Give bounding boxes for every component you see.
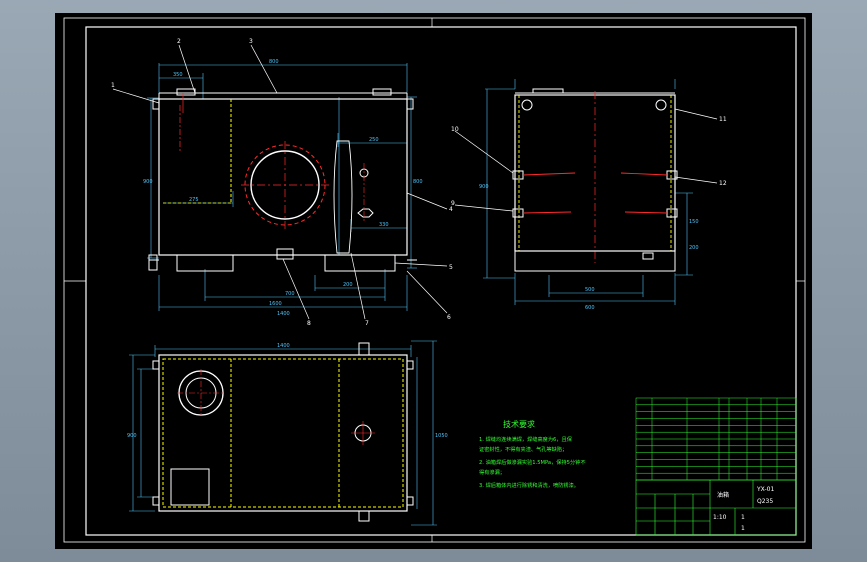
- balloon-10: 10: [451, 126, 459, 133]
- balloon-8: 8: [307, 320, 311, 327]
- dim-top-3: 1050: [435, 433, 448, 439]
- dim-side-5: 200: [689, 245, 699, 251]
- dim-front-7: 330: [379, 222, 389, 228]
- technical-notes: 技术要求 1. 焊缝均连续满焊，焊缝高度为6，且保 证密封性，不得有夹渣、气孔等…: [479, 419, 586, 489]
- material: Q235: [757, 498, 773, 505]
- note-line-1: 1. 焊缝均连续满焊，焊缝高度为6，且保: [479, 435, 573, 443]
- drawing-number: YX-01: [756, 486, 774, 493]
- dim-side-3: 500: [585, 287, 595, 293]
- note-line-3: 2. 油箱焊后做渗漏实验1.5MPa，保持5分钟不: [479, 458, 586, 466]
- balloon-6: 6: [447, 314, 451, 321]
- top-view[interactable]: [129, 340, 437, 526]
- dim-side-1: 900: [479, 184, 489, 190]
- note-line-4: 得有渗漏；: [479, 468, 505, 476]
- dim-top-2: 900: [127, 433, 137, 439]
- dim-front-8: 800: [413, 179, 423, 185]
- dim-front-4: 900: [143, 179, 153, 185]
- sheet-count: 1: [741, 525, 745, 532]
- dim-front-9: 1400: [277, 311, 290, 317]
- cad-viewport[interactable]: 1 2 3 4 5 6 7 8 9 10 11 12 800 1600 350 …: [0, 0, 867, 562]
- balloon-9: 9: [451, 200, 455, 207]
- dim-front-2: 1600: [269, 301, 282, 307]
- note-line-2: 证密封性，不得有夹渣、气孔等缺陷；: [479, 445, 567, 453]
- balloon-7: 7: [365, 320, 369, 327]
- dim-side-4: 150: [689, 219, 699, 225]
- balloon-1: 1: [111, 82, 115, 89]
- engineering-drawing: 1 2 3 4 5 6 7 8 9 10 11 12 800 1600 350 …: [63, 17, 806, 543]
- dim-front-1: 800: [269, 59, 279, 65]
- inner-frame: [85, 26, 797, 536]
- front-view[interactable]: [147, 63, 417, 311]
- balloon-4: 4: [449, 206, 453, 213]
- dim-side-2: 600: [585, 305, 595, 311]
- scale: 1:10: [713, 514, 727, 521]
- balloon-12: 12: [719, 180, 727, 187]
- balloon-3: 3: [249, 38, 253, 45]
- dim-front-10: 700: [285, 291, 295, 297]
- dimension-text: 800 1600 350 900 275 250 330 800 1400 70…: [127, 59, 699, 439]
- dim-front-3: 350: [173, 72, 183, 78]
- balloon-5: 5: [449, 264, 453, 271]
- balloon-2: 2: [177, 38, 181, 45]
- balloon-11: 11: [719, 116, 727, 123]
- dim-front-11: 200: [343, 282, 353, 288]
- note-line-5: 3. 焊后箱体内进行除锈和清洗，喷防锈漆。: [479, 481, 579, 489]
- dim-front-5: 275: [189, 197, 199, 203]
- bill-of-materials[interactable]: [635, 397, 797, 481]
- notes-title: 技术要求: [503, 419, 535, 429]
- dim-top-1: 1400: [277, 343, 290, 349]
- side-view[interactable]: [483, 79, 693, 305]
- part-name: 油箱: [717, 491, 729, 499]
- title-block-text: 油箱 YX-01 Q235 1:10 1 1: [713, 486, 774, 532]
- dim-front-6: 250: [369, 137, 379, 143]
- drawing-sheet[interactable]: 1 2 3 4 5 6 7 8 9 10 11 12 800 1600 350 …: [55, 13, 812, 549]
- sheet-number: 1: [741, 514, 745, 521]
- outer-frame: [63, 17, 806, 543]
